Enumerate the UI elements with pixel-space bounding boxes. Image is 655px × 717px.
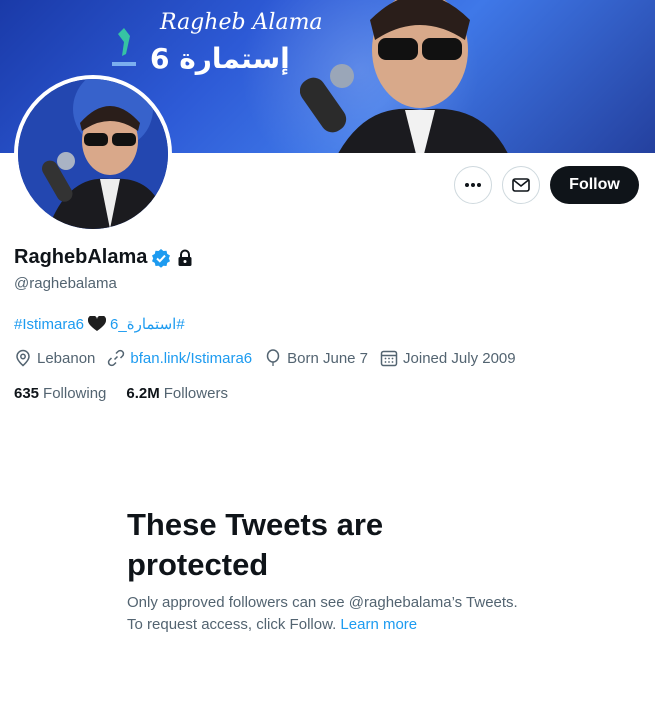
balloon-icon xyxy=(266,349,280,366)
joined-item: Joined July 2009 xyxy=(380,349,516,367)
mail-icon xyxy=(512,178,530,192)
banner-singer-image xyxy=(300,0,508,153)
profile-bio: #Istimara6 #استمارة_6 xyxy=(14,315,185,334)
birthday-item: Born June 7 xyxy=(264,349,368,367)
avatar-image xyxy=(18,79,168,229)
banner-logo-icon xyxy=(112,28,136,66)
more-button[interactable] xyxy=(454,166,492,204)
link-icon xyxy=(108,349,125,367)
protected-body-text: Only approved followers can see @ragheba… xyxy=(127,594,518,633)
protected-title: These Tweets are protected xyxy=(127,507,384,582)
follow-button[interactable]: Follow xyxy=(550,166,639,204)
location-icon xyxy=(16,349,30,367)
hashtag-link-arabic[interactable]: #استمارة_6 xyxy=(110,315,185,333)
following-stat[interactable]: 635 Following xyxy=(14,385,106,402)
heart-icon xyxy=(88,316,107,331)
verified-icon xyxy=(152,248,171,268)
location-item: Lebanon xyxy=(14,349,95,367)
followers-label: Followers xyxy=(163,385,228,402)
display-name: RaghebAlama xyxy=(14,246,148,268)
profile-meta: Lebanon bfan.link/Istimara6 Born June 7 … xyxy=(14,349,528,367)
user-handle: @raghebalama xyxy=(14,275,117,292)
joined-text: Joined July 2009 xyxy=(403,349,516,367)
following-label: Following xyxy=(43,385,107,402)
banner-title: إستمارة 6 xyxy=(150,42,290,75)
calendar-icon xyxy=(380,350,398,367)
location-text: Lebanon xyxy=(37,349,96,367)
website-item[interactable]: bfan.link/Istimara6 xyxy=(107,349,252,367)
birthday-text: Born June 7 xyxy=(287,349,369,367)
banner-signature: Ragheb Alama xyxy=(160,10,323,35)
followers-stat[interactable]: 6.2M Followers xyxy=(126,385,228,402)
lock-icon xyxy=(178,249,192,266)
followers-count: 6.2M xyxy=(126,385,160,402)
message-button[interactable] xyxy=(502,166,540,204)
learn-more-link[interactable]: Learn more xyxy=(340,616,417,633)
more-icon xyxy=(465,183,481,187)
following-count: 635 xyxy=(14,385,40,402)
hashtag-link[interactable]: #Istimara6 xyxy=(14,316,84,333)
website-link[interactable]: bfan.link/Istimara6 xyxy=(130,350,252,367)
profile-avatar[interactable] xyxy=(14,75,172,233)
protected-message: Only approved followers can see @ragheba… xyxy=(127,592,527,636)
follow-stats: 635 Following 6.2M Followers xyxy=(14,385,248,402)
name-row: RaghebAlama xyxy=(14,246,193,269)
